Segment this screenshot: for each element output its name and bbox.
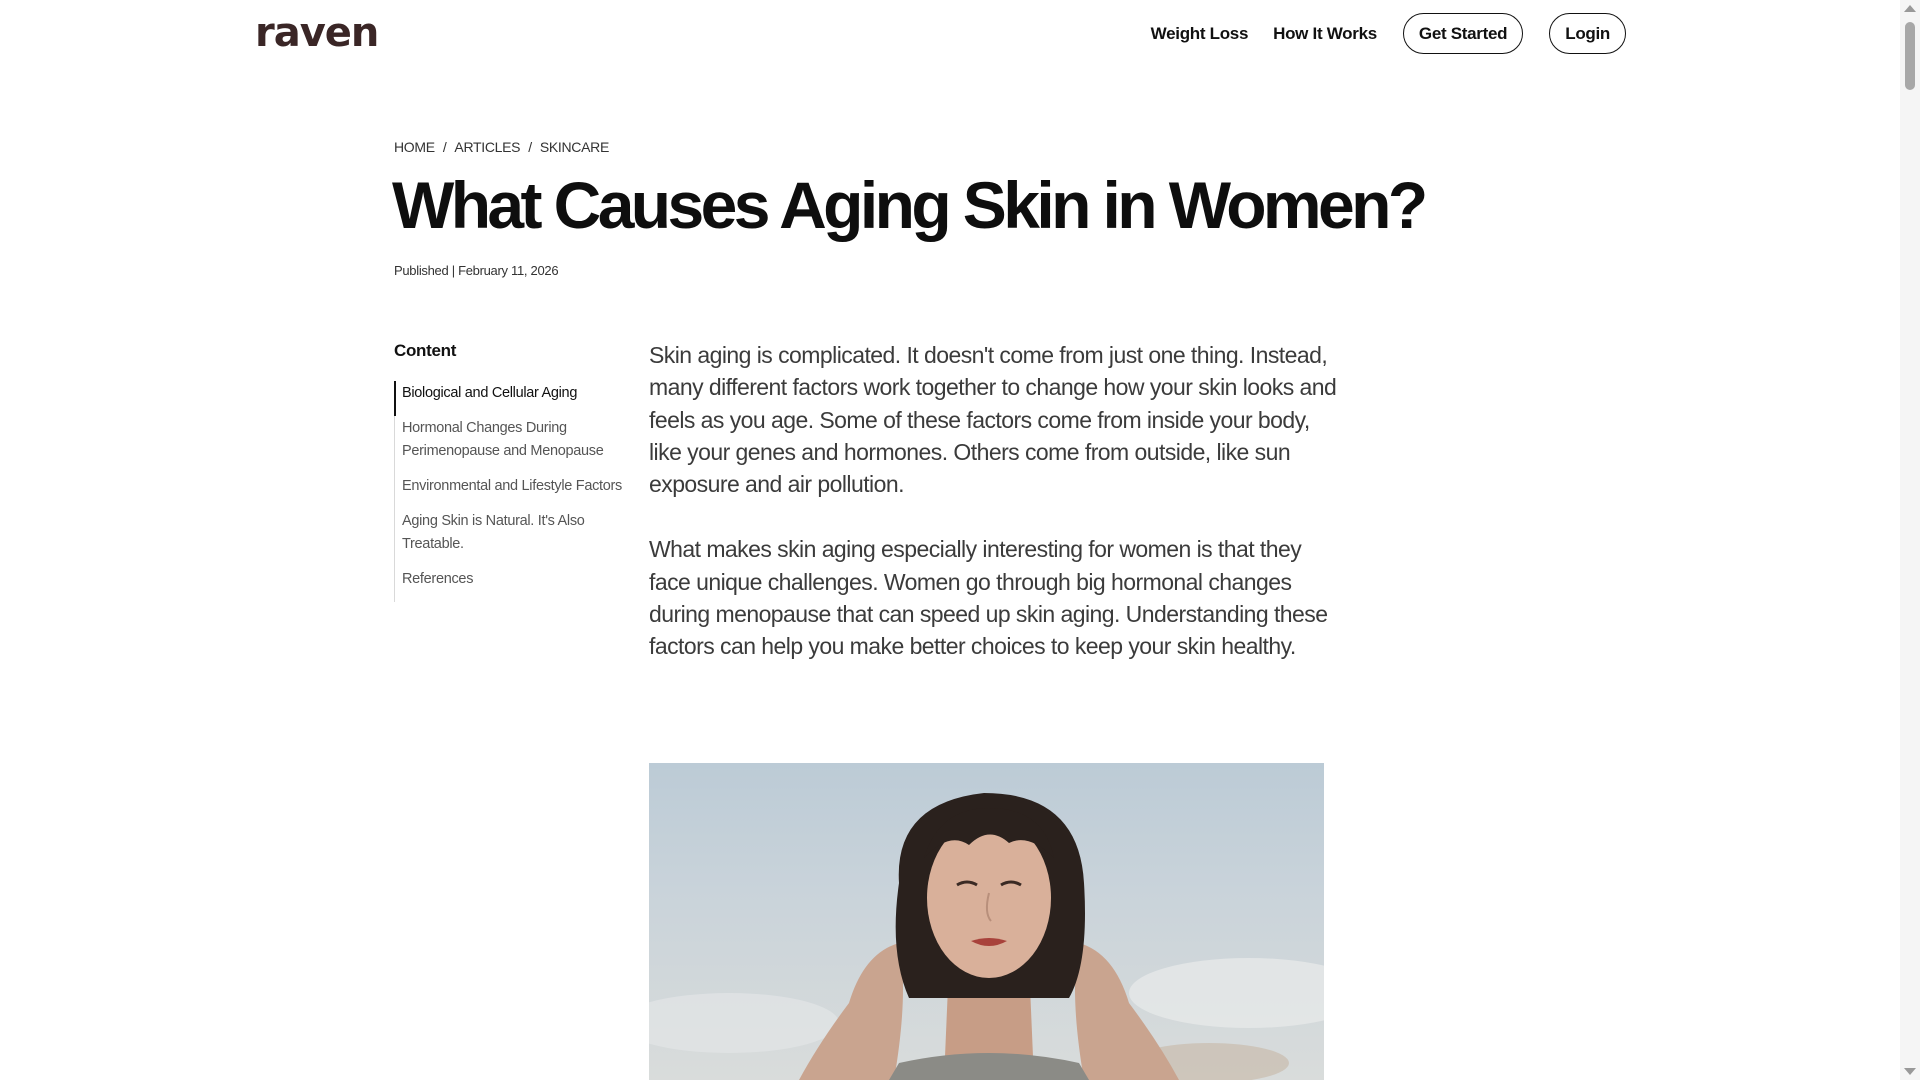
table-of-contents: Content Biological and Cellular Aging Ho…	[394, 341, 624, 602]
toc-list: Biological and Cellular Aging Hormonal C…	[394, 381, 624, 602]
breadcrumb-separator: /	[528, 139, 532, 155]
published-date: Published | February 11, 2026	[394, 263, 559, 278]
scroll-thumb[interactable]	[1905, 22, 1915, 90]
article-paragraph: Skin aging is complicated. It doesn't co…	[649, 342, 1337, 498]
toc-item-hormonal-changes[interactable]: Hormonal Changes During Perimenopause an…	[395, 416, 624, 474]
breadcrumb: HOME / ARTICLES / SKINCARE	[394, 139, 609, 155]
login-button[interactable]: Login	[1549, 13, 1626, 54]
woman-portrait-illustration	[649, 793, 1324, 1080]
page-title: What Causes Aging Skin in Women?	[392, 168, 1428, 242]
article-paragraph: What makes skin aging especially interes…	[649, 536, 1328, 660]
hero-image	[649, 763, 1324, 1080]
get-started-button[interactable]: Get Started	[1402, 13, 1524, 54]
page-scrollbar[interactable]	[1900, 0, 1920, 1080]
page: raven Weight Loss How It Works Get Start…	[0, 0, 1920, 1080]
scroll-up-arrow-icon[interactable]	[1904, 5, 1916, 12]
toc-item-environmental-factors[interactable]: Environmental and Lifestyle Factors	[395, 474, 624, 509]
raven-logo[interactable]: raven	[255, 10, 379, 56]
toc-item-biological-aging[interactable]: Biological and Cellular Aging	[394, 381, 624, 416]
breadcrumb-articles-link[interactable]: ARTICLES	[454, 139, 520, 155]
scroll-down-arrow-icon[interactable]	[1904, 1068, 1916, 1075]
breadcrumb-home-link[interactable]: HOME	[394, 139, 435, 155]
nav-how-it-works-link[interactable]: How It Works	[1273, 24, 1377, 44]
breadcrumb-separator: /	[442, 139, 447, 155]
breadcrumb-skincare-link[interactable]: SKINCARE	[540, 139, 609, 155]
article-body: Skin aging is complicated. It doesn't co…	[649, 339, 1339, 696]
nav-weight-loss-link[interactable]: Weight Loss	[1151, 24, 1249, 44]
toc-item-aging-treatable[interactable]: Aging Skin is Natural. It's Also Treatab…	[395, 509, 624, 567]
toc-heading: Content	[394, 341, 457, 360]
site-header: raven Weight Loss How It Works Get Start…	[0, 0, 1900, 68]
main-nav: Weight Loss How It Works Get Started Log…	[1126, 13, 1626, 54]
toc-item-references[interactable]: References	[395, 567, 624, 602]
